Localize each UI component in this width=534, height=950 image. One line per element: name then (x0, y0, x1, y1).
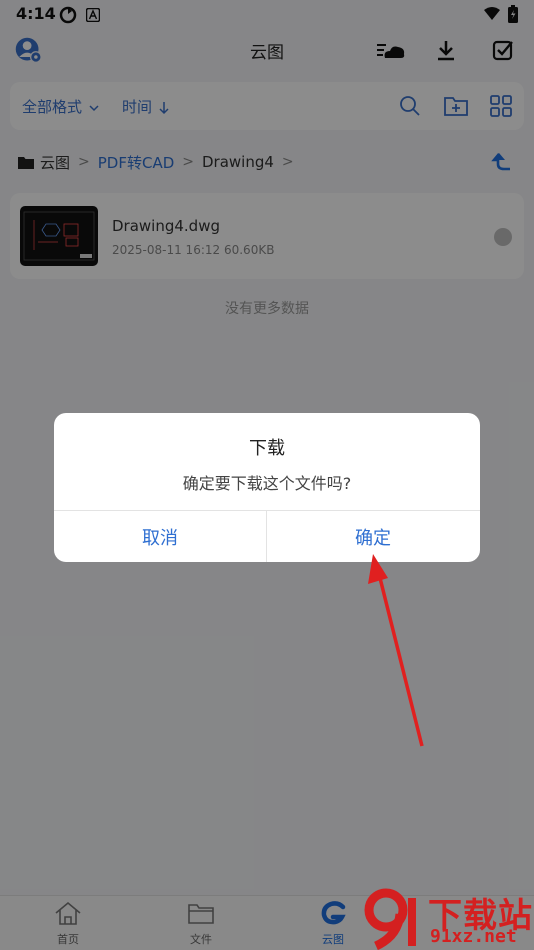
cancel-button[interactable]: 取消 (54, 511, 266, 562)
watermark-domain: 91xz.net (430, 926, 517, 947)
watermark-logo-icon (364, 888, 416, 950)
dialog-title: 下载 (249, 438, 285, 459)
dialog-message: 确定要下载这个文件吗? (182, 474, 352, 493)
download-dialog: 下载 确定要下载这个文件吗? 取消 确定 (54, 413, 480, 562)
confirm-button[interactable]: 确定 (267, 511, 479, 562)
site-watermark: 下载站 91xz.net (362, 888, 534, 950)
